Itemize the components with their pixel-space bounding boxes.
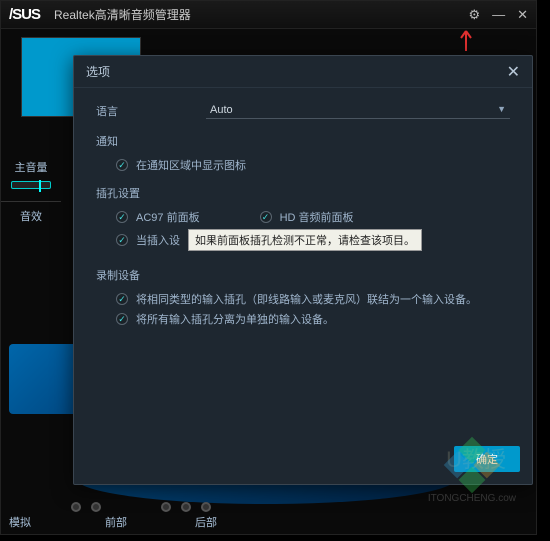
jack-dot[interactable] xyxy=(181,502,191,512)
jack-dot[interactable] xyxy=(161,502,171,512)
settings-icon[interactable]: ⚙ xyxy=(468,7,480,23)
jack-section-label: 插孔设置 xyxy=(96,185,510,201)
notify-section-label: 通知 xyxy=(96,133,510,149)
dialog-title: 选项 xyxy=(86,63,110,80)
minimize-icon[interactable]: — xyxy=(492,7,505,23)
watermark-url: ITONGCHENG.cow xyxy=(428,493,516,504)
window-title: Realtek高清晰音频管理器 xyxy=(54,6,468,23)
record-split-checkbox[interactable] xyxy=(116,313,128,325)
hd-checkbox[interactable] xyxy=(260,211,272,223)
volume-slider[interactable] xyxy=(11,181,51,189)
volume-label: 主音量 xyxy=(1,159,61,175)
ac97-label: AC97 前面板 xyxy=(136,209,200,225)
jack-dot[interactable] xyxy=(71,502,81,512)
close-icon[interactable]: ✕ xyxy=(517,7,528,23)
notify-checkbox-label: 在通知区域中显示图标 xyxy=(136,157,246,173)
record-split-label: 将所有输入插孔分离为单独的输入设备。 xyxy=(136,311,334,327)
titlebar: /SUS Realtek高清晰音频管理器 ⚙ — ✕ xyxy=(1,1,536,29)
options-dialog: 选项 ✕ 语言 Auto ▼ 通知 在通知区域中显示图标 插孔设置 AC97 前… xyxy=(73,55,533,485)
chevron-down-icon: ▼ xyxy=(497,104,506,116)
main-window: /SUS Realtek高清晰音频管理器 ⚙ — ✕ 主音量 音效 + + 模拟… xyxy=(0,0,537,535)
jack-dot[interactable] xyxy=(91,502,101,512)
annotation-arrow-icon xyxy=(456,29,476,55)
when-plug-label: 当插入设 xyxy=(136,232,180,248)
language-select[interactable]: Auto ▼ xyxy=(206,102,510,119)
hd-label: HD 音频前面板 xyxy=(280,209,354,225)
record-merge-label: 将相同类型的输入插孔（即线路输入或麦克风）联结为一个输入设备。 xyxy=(136,291,477,307)
asus-logo: /SUS xyxy=(9,6,40,23)
tooltip: 如果前面板插孔检测不正常，请检查该项目。 xyxy=(188,229,422,251)
record-section-label: 录制设备 xyxy=(96,267,510,283)
jack-dot[interactable] xyxy=(201,502,211,512)
language-value: Auto xyxy=(210,104,233,116)
notify-checkbox[interactable] xyxy=(116,159,128,171)
watermark-brand: U教授 xyxy=(446,442,506,474)
tab-effect[interactable]: 音效 xyxy=(1,201,61,230)
language-label: 语言 xyxy=(96,103,206,119)
analog-label: 模拟 xyxy=(9,514,31,530)
when-plug-checkbox[interactable] xyxy=(116,234,128,246)
record-merge-checkbox[interactable] xyxy=(116,293,128,305)
ac97-checkbox[interactable] xyxy=(116,211,128,223)
rear-label: 后部 xyxy=(161,514,251,530)
front-label: 前部 xyxy=(71,514,161,530)
dialog-close-icon[interactable]: ✕ xyxy=(507,62,520,82)
